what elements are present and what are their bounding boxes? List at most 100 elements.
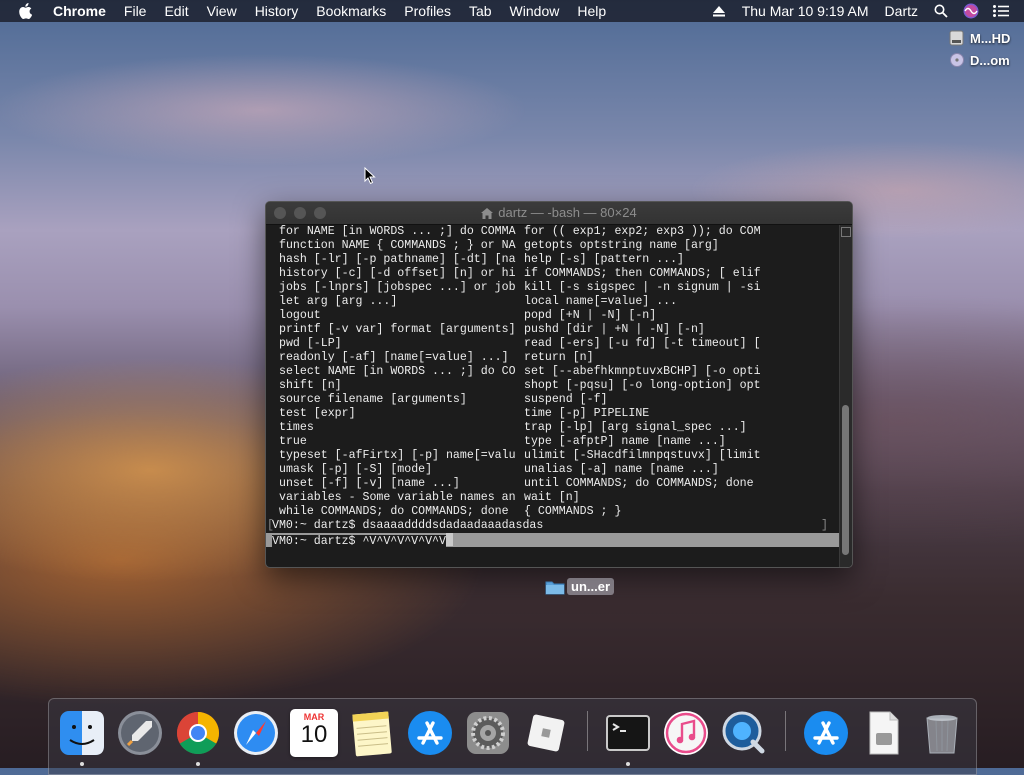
menu-window[interactable]: Window: [501, 0, 569, 22]
terminal-prompt-line: [VM0:~ dartz$ dsaaaaddddsdadaadaaadasdas…: [266, 519, 840, 533]
safari-icon[interactable]: [232, 709, 280, 757]
menu-app-name[interactable]: Chrome: [44, 0, 115, 22]
notification-center-icon[interactable]: [992, 0, 1010, 22]
menu-help[interactable]: Help: [568, 0, 615, 22]
help-entry-left: let arg [arg ...]: [279, 295, 398, 308]
app-store-downloads-icon[interactable]: [802, 709, 850, 757]
home-folder-icon: [481, 208, 494, 220]
chrome-icon[interactable]: [174, 709, 222, 757]
prompt-input[interactable]: ^V^V^V^V^V^V: [362, 535, 446, 548]
desktop-item-label: M...HD: [970, 30, 1011, 46]
desktop-item-label: D...om: [970, 52, 1010, 68]
line-mark-left: [: [267, 519, 274, 532]
terminal-output-line: readonly [-af] [name[=value] ...] return …: [266, 351, 840, 365]
terminal-current-prompt[interactable]: VM0:~ dartz$ ^V^V^V^V^V^V: [266, 533, 840, 548]
terminal-title: dartz — -bash — 80×24: [498, 205, 637, 220]
mouse-pointer-icon: [364, 167, 376, 185]
apple-menu[interactable]: [0, 3, 44, 19]
terminal-titlebar[interactable]: dartz — -bash — 80×24: [266, 202, 852, 225]
menu-user[interactable]: Dartz: [877, 0, 926, 22]
notes-icon[interactable]: [348, 709, 396, 757]
menu-history[interactable]: History: [246, 0, 308, 22]
terminal-output-line: printf [-v var] format [arguments] pushd …: [266, 323, 840, 337]
siri-icon[interactable]: [962, 0, 980, 22]
terminal-output-line: logout popd [+N | -N] [-n]: [266, 309, 840, 323]
itunes-icon[interactable]: [662, 709, 710, 757]
terminal-output-line: jobs [-lnprs] [jobspec ...] or job kill […: [266, 281, 840, 295]
running-indicator: [80, 762, 84, 766]
desktop-item-hard-drive[interactable]: M...HD: [948, 30, 1010, 46]
apple-logo-icon: [19, 3, 32, 19]
dock-separator: [785, 711, 786, 751]
folder-icon: [545, 581, 565, 594]
desktop-item-disk-image[interactable]: D...om: [948, 52, 1010, 68]
menu-file[interactable]: File: [115, 0, 156, 22]
calendar-icon[interactable]: MAR 10: [290, 709, 338, 757]
terminal-output-line: unset [-f] [-v] [name ...] until COMMANDS…: [266, 477, 840, 491]
help-entry-right: time [-p] PIPELINE: [524, 407, 650, 420]
folder-label: un...er: [567, 578, 615, 595]
help-entry-right: until COMMANDS; do COMMANDS; done: [524, 477, 754, 490]
quicktime-icon[interactable]: [720, 709, 768, 757]
roblox-icon[interactable]: [522, 709, 570, 757]
menu-bar: Chrome File Edit View History Bookmarks …: [0, 0, 1024, 22]
help-entry-left: times: [279, 421, 314, 434]
spotlight-search-icon[interactable]: [932, 0, 950, 22]
trash-icon[interactable]: [918, 709, 966, 757]
help-entry-left: select NAME [in WORDS ... ;] do CO: [279, 365, 516, 378]
scrollbar-split-button[interactable]: [841, 227, 851, 237]
menu-clock[interactable]: Thu Mar 10 9:19 AM: [734, 0, 877, 22]
launchpad-icon[interactable]: [116, 709, 164, 757]
desktop-folder[interactable]: un...er: [545, 578, 615, 595]
terminal-output-line: shift [n] shopt [-pqsu] [-o long-option] …: [266, 379, 840, 393]
system-preferences-icon[interactable]: [464, 709, 512, 757]
help-entry-right: help [-s] [pattern ...]: [524, 253, 685, 266]
terminal-content[interactable]: for NAME [in WORDS ... ;] do COMMA for ((…: [266, 225, 840, 567]
help-entry-left: source filename [arguments]: [279, 393, 467, 406]
hard-drive-icon: [949, 30, 964, 46]
running-indicator: [626, 762, 630, 766]
terminal-output-line: source filename [arguments] suspend [-f]: [266, 393, 840, 407]
terminal-output-line: umask [-p] [-S] [mode] unalias [-a] name …: [266, 463, 840, 477]
menu-tab[interactable]: Tab: [460, 0, 501, 22]
terminal-scrollbar[interactable]: [839, 225, 852, 567]
terminal-window[interactable]: dartz — -bash — 80×24 for NAME [in WORDS…: [265, 201, 853, 568]
menu-bookmarks[interactable]: Bookmarks: [307, 0, 395, 22]
document-stack-icon[interactable]: [860, 709, 908, 757]
help-entry-left: jobs [-lnprs] [jobspec ...] or job: [279, 281, 516, 294]
help-entry-right: if COMMANDS; then COMMANDS; [ elif: [524, 267, 761, 280]
help-entry-right: type [-afptP] name [name ...]: [524, 435, 726, 448]
help-entry-right: local name[=value] ...: [524, 295, 678, 308]
finder-icon[interactable]: [58, 709, 106, 757]
scrollbar-thumb[interactable]: [842, 405, 849, 555]
help-entry-right: set [--abefhkmnptuvxBCHP] [-o opti: [524, 365, 761, 378]
help-entry-left: unset [-f] [-v] [name ...]: [279, 477, 460, 490]
help-entry-left: typeset [-afFirtx] [-p] name[=valu: [279, 449, 516, 462]
help-entry-left: function NAME { COMMANDS ; } or NA: [279, 239, 516, 252]
app-store-icon[interactable]: [406, 709, 454, 757]
terminal-icon[interactable]: [604, 709, 652, 757]
help-entry-right: ulimit [-SHacdfilmnpqstuvx] [limit: [524, 449, 761, 462]
dock-separator: [587, 711, 588, 751]
help-entry-right: wait [n]: [524, 491, 580, 504]
terminal-output-line: function NAME { COMMANDS ; } or NA getopt…: [266, 239, 840, 253]
help-entry-left: variables - Some variable names an: [279, 491, 516, 504]
help-entry-left: for NAME [in WORDS ... ;] do COMMA: [279, 225, 516, 238]
terminal-output-line: let arg [arg ...] local name[=value] ...: [266, 295, 840, 309]
help-entry-left: pwd [-LP]: [279, 337, 342, 350]
menu-profiles[interactable]: Profiles: [395, 0, 460, 22]
prompt-prefix: VM0:~ dartz$: [272, 535, 363, 548]
help-entry-left: logout: [279, 309, 321, 322]
eject-icon[interactable]: [710, 0, 728, 22]
calendar-day: 10: [300, 721, 328, 748]
terminal-output-line: variables - Some variable names an wait […: [266, 491, 840, 505]
help-entry-left: history [-c] [-d offset] [n] or hi: [279, 267, 516, 280]
menu-edit[interactable]: Edit: [155, 0, 197, 22]
help-entry-right: popd [+N | -N] [-n]: [524, 309, 657, 322]
help-entry-right: return [n]: [524, 351, 594, 364]
terminal-output-line: while COMMANDS; do COMMANDS; done { COMMA…: [266, 505, 840, 519]
terminal-output-line: times trap [-lp] [arg signal_spec ...]: [266, 421, 840, 435]
menu-view[interactable]: View: [198, 0, 246, 22]
line-mark-right: ]: [821, 519, 828, 532]
help-entry-left: printf [-v var] format [arguments]: [279, 323, 516, 336]
